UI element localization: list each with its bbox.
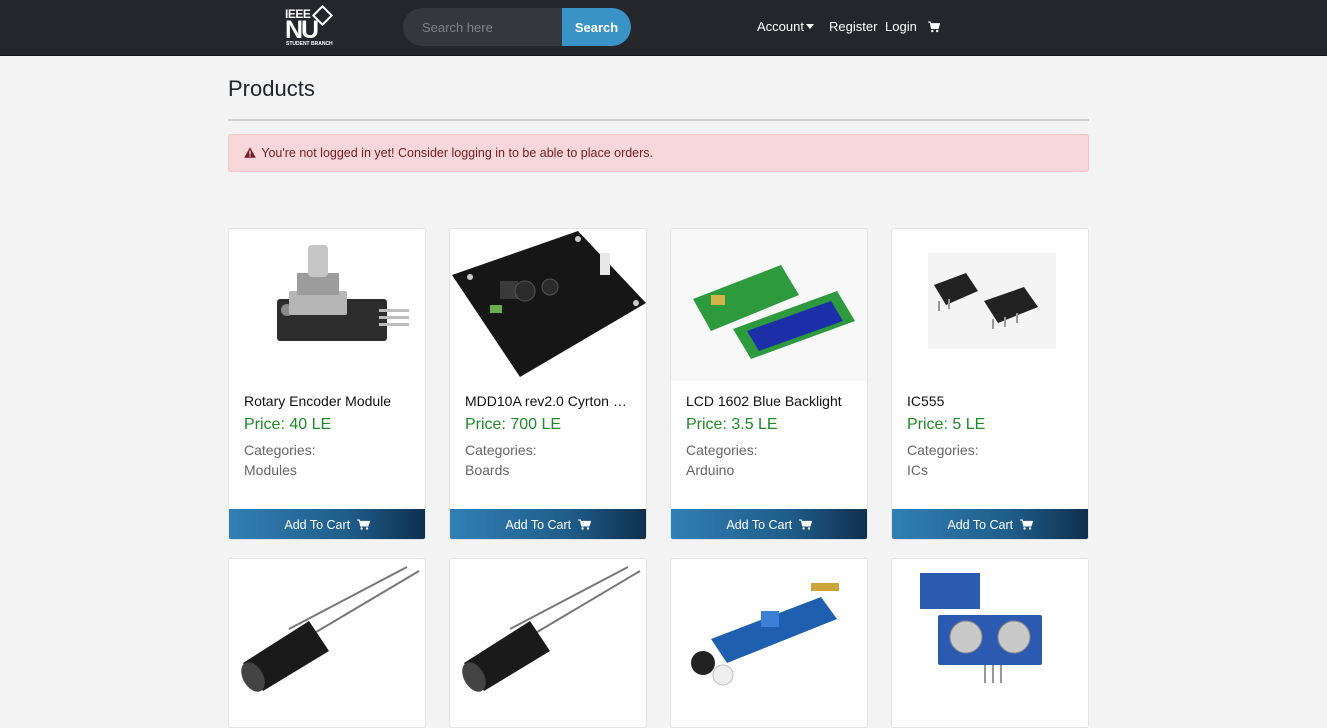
add-to-cart-label: Add To Cart (726, 517, 793, 532)
warning-icon (244, 147, 256, 158)
product-category: Boards (465, 462, 510, 478)
product-price: Price: 5 LE (907, 416, 986, 433)
product-name[interactable]: IC555 (907, 393, 1075, 409)
product-image (671, 229, 867, 381)
add-to-cart-label: Add To Cart (284, 517, 351, 532)
product-card: Rotary Encoder Module Price: 40 LE Categ… (228, 228, 426, 540)
product-image (450, 559, 646, 711)
search-button[interactable]: Search (562, 8, 631, 46)
caret-down-icon (805, 24, 814, 30)
cart-icon (798, 519, 812, 530)
product-image (892, 559, 1088, 711)
product-category: Modules (244, 462, 297, 478)
add-to-cart-button[interactable]: Add To Cart (892, 509, 1088, 539)
product-card (449, 558, 647, 728)
product-category: ICs (907, 462, 928, 478)
categories-label: Categories: (686, 442, 758, 458)
product-card: MDD10A rev2.0 Cyrton Motor Driver Price:… (449, 228, 647, 540)
product-image (671, 559, 867, 711)
product-card: LCD 1602 Blue Backlight Price: 3.5 LE Ca… (670, 228, 868, 540)
search-input[interactable] (403, 8, 573, 46)
cart-icon[interactable] (928, 21, 940, 33)
logo-text-student-branch: STUDENT BRANCH (286, 41, 333, 47)
product-card (670, 558, 868, 728)
add-to-cart-button[interactable]: Add To Cart (229, 509, 425, 539)
account-label: Account (757, 19, 804, 34)
product-price: Price: 700 LE (465, 416, 562, 433)
product-name[interactable]: LCD 1602 Blue Backlight (686, 393, 854, 409)
product-price: Price: 3.5 LE (686, 416, 778, 433)
cart-icon (356, 519, 370, 530)
brand-logo[interactable]: IEEE NU STUDENT BRANCH (285, 4, 334, 49)
add-to-cart-label: Add To Cart (505, 517, 572, 532)
page-title: Products (228, 76, 315, 101)
cart-icon (1019, 519, 1033, 530)
product-card (891, 558, 1089, 728)
product-name[interactable]: MDD10A rev2.0 Cyrton Motor Driver (465, 393, 633, 409)
search-form: Search (403, 8, 631, 46)
add-to-cart-button[interactable]: Add To Cart (450, 509, 646, 539)
add-to-cart-button[interactable]: Add To Cart (671, 509, 867, 539)
product-image (450, 229, 646, 381)
product-image (229, 559, 425, 711)
product-image (229, 229, 425, 381)
register-link[interactable]: Register (829, 19, 877, 34)
cart-icon (577, 519, 591, 530)
product-category: Arduino (686, 462, 735, 478)
navbar: IEEE NU STUDENT BRANCH Search Account Re… (0, 0, 1327, 56)
categories-label: Categories: (465, 442, 537, 458)
logo-text-nu: NU (285, 16, 319, 44)
product-card: IC555 Price: 5 LE Categories: ICs Add To… (891, 228, 1089, 540)
product-card (228, 558, 426, 728)
login-link[interactable]: Login (885, 19, 917, 34)
add-to-cart-label: Add To Cart (947, 517, 1014, 532)
product-name[interactable]: Rotary Encoder Module (244, 393, 412, 409)
product-image (892, 229, 1088, 381)
title-divider (228, 119, 1089, 121)
categories-label: Categories: (907, 442, 979, 458)
categories-label: Categories: (244, 442, 316, 458)
login-alert: You're not logged in yet! Consider loggi… (228, 134, 1089, 172)
account-dropdown[interactable]: Account (757, 19, 814, 34)
product-price: Price: 40 LE (244, 416, 332, 433)
alert-message: You're not logged in yet! Consider loggi… (261, 146, 654, 160)
